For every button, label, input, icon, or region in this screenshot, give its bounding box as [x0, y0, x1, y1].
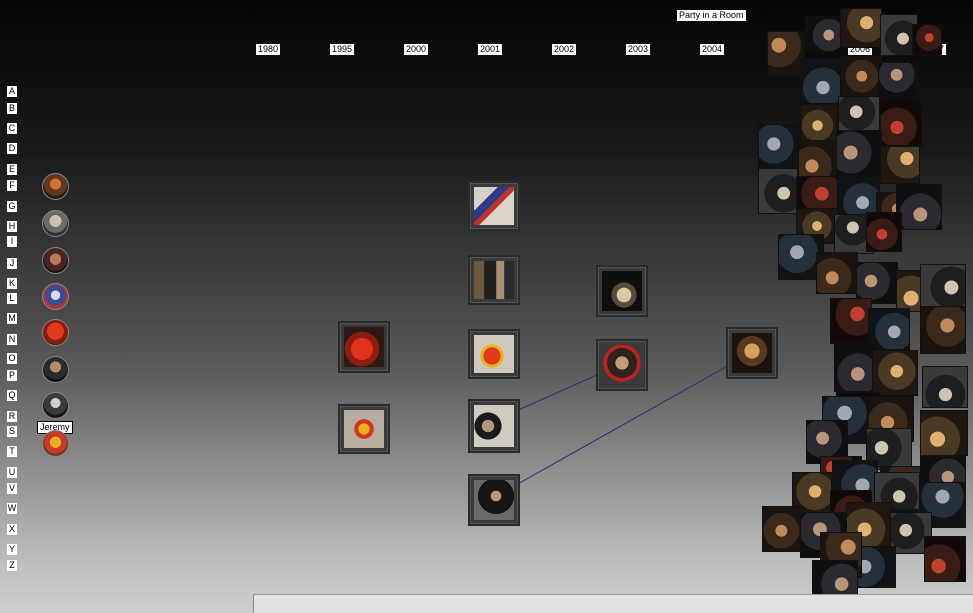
photo-thumbnail[interactable]: [598, 267, 646, 315]
letter-index-u[interactable]: U: [7, 467, 17, 478]
letter-index-s[interactable]: S: [7, 426, 17, 437]
person-avatar[interactable]: [42, 247, 69, 274]
year-label-2001[interactable]: 2001: [478, 44, 502, 55]
photo-thumbnail[interactable]: [470, 331, 518, 377]
photo-thumbnail[interactable]: [924, 536, 966, 582]
letter-index-p[interactable]: P: [7, 370, 17, 381]
photo-thumbnail[interactable]: [878, 62, 916, 102]
letter-index-h[interactable]: H: [7, 221, 17, 232]
letter-index-b[interactable]: B: [7, 103, 17, 114]
person-avatar[interactable]: [42, 319, 69, 346]
status-bar: [253, 594, 973, 613]
collection-title: Party in a Room: [677, 10, 746, 21]
person-avatar[interactable]: [42, 283, 69, 310]
photo-thumbnail[interactable]: [340, 323, 388, 371]
person-avatar[interactable]: [42, 430, 69, 457]
year-label-2000[interactable]: 2000: [404, 44, 428, 55]
letter-index-i[interactable]: I: [7, 236, 17, 247]
photo-thumbnail[interactable]: [920, 264, 966, 310]
letter-index-q[interactable]: Q: [7, 390, 17, 401]
photo-thumbnail[interactable]: [340, 406, 388, 452]
letter-index-k[interactable]: K: [7, 278, 17, 289]
year-label-2003[interactable]: 2003: [626, 44, 650, 55]
letter-index-o[interactable]: O: [7, 353, 17, 364]
letter-index-y[interactable]: Y: [7, 544, 17, 555]
letter-index-g[interactable]: G: [7, 201, 17, 212]
photo-thumbnail[interactable]: [758, 124, 800, 170]
photo-thumbnail[interactable]: [470, 257, 518, 303]
person-avatar[interactable]: [42, 392, 69, 419]
photo-thumbnail[interactable]: [470, 476, 518, 524]
letter-index-m[interactable]: M: [7, 313, 17, 324]
photo-thumbnail[interactable]: [728, 329, 776, 377]
photo-thumbnail[interactable]: [920, 410, 968, 456]
person-avatar[interactable]: [42, 173, 69, 200]
photo-thumbnail[interactable]: [762, 506, 804, 552]
letter-index-l[interactable]: L: [7, 293, 17, 304]
year-label-1980[interactable]: 1980: [256, 44, 280, 55]
letter-index-r[interactable]: R: [7, 411, 17, 422]
person-avatar[interactable]: [42, 210, 69, 237]
photo-thumbnail[interactable]: [758, 168, 798, 214]
letter-index-c[interactable]: C: [7, 123, 17, 134]
photo-thumbnail[interactable]: [470, 401, 518, 451]
letter-index-n[interactable]: N: [7, 334, 17, 345]
photo-thumbnail[interactable]: [800, 104, 838, 144]
photo-thumbnail[interactable]: [896, 184, 942, 230]
photo-thumbnail[interactable]: [880, 100, 922, 146]
photo-thumbnail[interactable]: [805, 16, 841, 52]
photo-thumbnail[interactable]: [922, 366, 968, 408]
photo-thumbnail[interactable]: [920, 306, 966, 354]
photo-timeline-canvas[interactable]: Party in a Room 1980 1995 2000 2001 2002…: [0, 0, 973, 613]
year-label-1995[interactable]: 1995: [330, 44, 354, 55]
photo-thumbnail[interactable]: [840, 56, 882, 98]
photo-thumbnail[interactable]: [800, 58, 842, 104]
photo-thumbnail[interactable]: [834, 344, 876, 392]
letter-index-t[interactable]: T: [7, 446, 17, 457]
person-avatar[interactable]: [42, 356, 69, 383]
letter-index-a[interactable]: A: [7, 86, 17, 97]
photo-thumbnail[interactable]: [836, 130, 882, 176]
photo-thumbnail[interactable]: [798, 140, 838, 180]
photo-thumbnail[interactable]: [880, 146, 920, 184]
letter-index-z[interactable]: Z: [7, 560, 17, 571]
photo-thumbnail[interactable]: [816, 252, 858, 294]
letter-index-w[interactable]: W: [7, 503, 17, 514]
photo-thumbnail[interactable]: [840, 8, 882, 48]
letter-index-e[interactable]: E: [7, 164, 17, 175]
photo-thumbnail[interactable]: [598, 341, 646, 389]
photo-thumbnail[interactable]: [830, 298, 872, 344]
letter-index-x[interactable]: X: [7, 524, 17, 535]
letter-index-f[interactable]: F: [7, 180, 17, 191]
year-label-2004[interactable]: 2004: [700, 44, 724, 55]
letter-index-v[interactable]: V: [7, 483, 17, 494]
photo-thumbnail[interactable]: [912, 24, 942, 56]
year-label-2002[interactable]: 2002: [552, 44, 576, 55]
photo-thumbnail[interactable]: [866, 212, 902, 252]
photo-thumbnail[interactable]: [470, 183, 518, 229]
letter-index-j[interactable]: J: [7, 258, 17, 269]
photo-thumbnail[interactable]: [872, 350, 918, 396]
letter-index-d[interactable]: D: [7, 143, 17, 154]
